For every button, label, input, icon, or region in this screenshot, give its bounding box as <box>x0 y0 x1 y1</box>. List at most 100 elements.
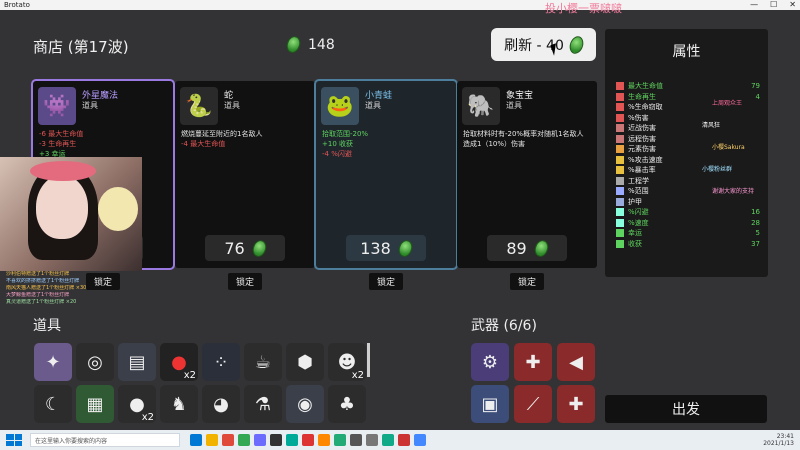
buy-price-button[interactable]: 76 <box>205 235 285 261</box>
lock-button[interactable]: 锁定 <box>228 273 262 290</box>
inventory-item-slot[interactable]: ✦ <box>34 343 72 381</box>
shop-card[interactable]: 🐸 小青蛙 道具 拾取范围-20% +10 收获 -4 %闪避 138 <box>314 79 458 270</box>
shop-card[interactable]: 🐘 象宝宝 道具 拾取材料时有-20%概率对随机1名敌人 造成1（10%）伤害 89 <box>457 81 597 268</box>
stat-label: %速度 <box>628 218 649 227</box>
stream-chat: 沙利伯特赠送了1个粉丝灯牌 不喜欢的挤挤赠送了1个粉丝灯牌 南风天猫人赠送了1个粉丝… <box>6 271 136 306</box>
wand-icon: ✚ <box>568 393 584 415</box>
minimize-button[interactable]: — <box>750 0 758 10</box>
items-scrollbar[interactable] <box>367 343 370 377</box>
description-line: 拾取材料时有-20%概率对随机1名敌人 <box>463 130 584 138</box>
item-type: 道具 <box>365 101 381 110</box>
taskbar-app-icon[interactable] <box>206 434 218 446</box>
lock-button[interactable]: 锁定 <box>510 273 544 290</box>
inventory-item-slot[interactable]: ☻ x2 <box>328 343 366 381</box>
stat-icon <box>616 124 624 132</box>
item-description: 拾取范围-20% +10 收获 -4 %闪避 <box>322 129 452 159</box>
weapon-slot[interactable]: ⟋ <box>514 385 552 423</box>
axe-wings-icon: ✦ <box>45 351 61 373</box>
stat-label: %范围 <box>628 187 649 195</box>
inventory-item-slot[interactable]: ▦ <box>76 385 114 423</box>
reroll-button[interactable]: 刷新 - 40 <box>491 28 596 61</box>
stat-row[interactable]: 最大生命值 79 <box>616 81 760 91</box>
description-line: -6 最大生命值 <box>39 130 84 138</box>
mushroom-icon: ♣ <box>338 393 356 415</box>
stat-label: %暴击率 <box>628 166 656 174</box>
taskbar-app-icon[interactable] <box>350 434 362 446</box>
potions-icon: ⚗ <box>254 393 272 415</box>
stat-row[interactable]: 幸运 5 <box>616 228 760 238</box>
taskbar-app-icon[interactable] <box>366 434 378 446</box>
alien-magic-icon: 👾 <box>38 87 76 125</box>
taskbar-app-icon[interactable] <box>238 434 250 446</box>
taskbar-app-icon[interactable] <box>334 434 346 446</box>
stat-label: 远程伤害 <box>628 134 656 143</box>
description-line: -4 %闪避 <box>322 150 352 158</box>
item-description: 燃烧蔓延至附近的1名敌人 -4 最大生命值 <box>181 129 311 149</box>
shop-card[interactable]: 🐍 蛇道具 燃烧蔓延至附近的1名敌人 -4 最大生命值 76 <box>175 81 315 268</box>
material-icon <box>567 33 586 56</box>
description-line: 造成1（10%）伤害 <box>463 140 526 148</box>
item-type: 道具 <box>82 101 98 110</box>
taskbar-search-input[interactable]: 在这里输入你要搜索的内容 <box>30 433 180 447</box>
buy-price-button[interactable]: 138 <box>346 235 426 261</box>
coffee-icon: ☕ <box>254 351 272 373</box>
materials-value: 148 <box>308 36 335 53</box>
taskbar-app-icon[interactable] <box>286 434 298 446</box>
inventory-item-slot[interactable]: ⁘ <box>202 343 240 381</box>
inventory-item-slot[interactable]: ◎ <box>76 343 114 381</box>
weapon-slot[interactable]: ✚ <box>514 343 552 381</box>
maximize-button[interactable]: ☐ <box>770 0 777 10</box>
weapon-slot[interactable]: ◀ <box>557 343 595 381</box>
taskbar-app-icon[interactable] <box>382 434 394 446</box>
inventory-item-slot[interactable]: ▤ <box>118 343 156 381</box>
inventory-item-slot[interactable]: ◉ <box>286 385 324 423</box>
item-description: 拾取材料时有-20%概率对随机1名敌人 造成1（10%）伤害 <box>463 129 593 149</box>
weapon-slot[interactable]: ✚ <box>557 385 595 423</box>
taskbar-app-icon[interactable] <box>254 434 266 446</box>
inventory-item-slot[interactable]: ◕ <box>202 385 240 423</box>
inventory-item-slot[interactable]: ☾ <box>34 385 72 423</box>
system-clock[interactable]: 23:41 2021/1/13 <box>763 433 794 447</box>
inventory-item-slot[interactable]: ♞ <box>160 385 198 423</box>
price-value: 89 <box>506 238 527 258</box>
headband-icon <box>30 161 96 181</box>
taskbar-app-icon[interactable] <box>318 434 330 446</box>
stat-icon <box>616 82 624 90</box>
stat-label: %伤害 <box>628 113 649 122</box>
taskbar-app-icon[interactable] <box>398 434 410 446</box>
taskbar-app-icon[interactable] <box>414 434 426 446</box>
stat-label: 元素伤害 <box>628 145 656 153</box>
webcam-overlay <box>0 157 142 271</box>
stat-icon <box>616 197 624 206</box>
stream-banner-text: 投小樱一票啵啵 <box>545 2 622 15</box>
overlay-text: 谢谢大家的支持 <box>712 188 755 195</box>
taskbar-app-icon[interactable] <box>302 434 314 446</box>
close-button[interactable]: ✕ <box>789 0 796 10</box>
inventory-item-slot[interactable]: ♣ <box>328 385 366 423</box>
taskbar-app-icon[interactable] <box>270 434 282 446</box>
weapon-slot[interactable]: ⚙ <box>471 343 509 381</box>
stat-row[interactable]: 收获 37 <box>616 239 760 249</box>
material-icon <box>250 237 269 259</box>
buy-price-button[interactable]: 89 <box>487 235 567 261</box>
go-button[interactable]: 出发 <box>605 395 767 423</box>
weapon-slot[interactable]: ▣ <box>471 385 509 423</box>
inventory-item-slot[interactable]: ⬢ <box>286 343 324 381</box>
material-icon <box>284 34 303 55</box>
map-icon: ▦ <box>86 393 104 415</box>
clock-time: 23:41 <box>776 433 794 440</box>
inventory-item-slot[interactable]: ⚗ <box>244 385 282 423</box>
stat-label: 护甲 <box>628 197 642 206</box>
taskbar-app-icon[interactable] <box>190 434 202 446</box>
windows-start-icon[interactable] <box>6 434 22 446</box>
stat-row[interactable]: %速度 28 <box>616 218 760 228</box>
inventory-item-slot[interactable]: ☕ <box>244 343 282 381</box>
taskbar-app-icon[interactable] <box>222 434 234 446</box>
inventory-item-slot[interactable]: ● x2 <box>118 385 156 423</box>
dice-icon: ⁘ <box>213 351 229 373</box>
chat-message: 不喜欢的挤挤赠送了1个粉丝灯牌 <box>6 278 80 284</box>
inventory-item-slot[interactable]: ● x2 <box>160 343 198 381</box>
revolver-icon: ⚙ <box>481 351 499 373</box>
item-type: 道具 <box>506 101 522 110</box>
lock-button[interactable]: 锁定 <box>369 273 403 290</box>
